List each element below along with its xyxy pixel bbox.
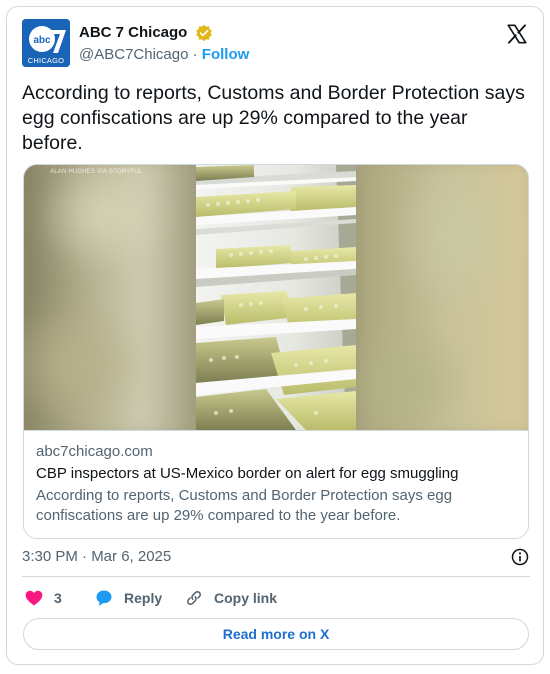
timestamp-row: 3:30 PM · Mar 6, 2025 xyxy=(22,547,530,569)
blurred-background-right xyxy=(354,165,528,430)
link-icon xyxy=(186,590,202,606)
egg-shelves-image xyxy=(196,165,356,430)
tweet-text: According to reports, Customs and Border… xyxy=(22,82,525,154)
store-shelves-illustration xyxy=(196,165,356,430)
author-handle[interactable]: @ABC7Chicago xyxy=(79,46,188,63)
x-logo-icon[interactable] xyxy=(506,23,528,45)
reply-label: Reply xyxy=(124,590,163,606)
avatar-caption: CHICAGO xyxy=(27,56,65,65)
video-thumbnail[interactable]: ALAN HUGHES VIA STORYFUL xyxy=(24,165,528,430)
tweet-timestamp[interactable]: 3:30 PM · Mar 6, 2025 xyxy=(22,548,171,565)
follow-button[interactable]: Follow xyxy=(202,46,250,63)
blurred-background-left xyxy=(24,165,199,430)
info-icon[interactable] xyxy=(510,547,530,567)
link-card-meta: abc7chicago.com CBP inspectors at US-Mex… xyxy=(24,430,528,538)
tweet-embed-card: abc CHICAGO ABC 7 Chicago @ABC7Chicago ·… xyxy=(6,6,544,665)
heart-icon xyxy=(25,590,43,606)
link-preview-card[interactable]: ALAN HUGHES VIA STORYFUL abc7chicago.com… xyxy=(23,164,529,539)
author-name[interactable]: ABC 7 Chicago xyxy=(79,23,187,43)
divider xyxy=(22,576,530,577)
link-domain: abc7chicago.com xyxy=(36,443,153,460)
reply-bubble-icon xyxy=(96,590,112,606)
like-button[interactable]: 3 xyxy=(24,587,62,609)
copy-link-button[interactable]: Copy link xyxy=(184,587,277,609)
handle-separator: · xyxy=(192,46,198,63)
video-watermark: ALAN HUGHES VIA STORYFUL xyxy=(50,169,143,175)
author-block: ABC 7 Chicago @ABC7Chicago · Follow xyxy=(79,23,249,65)
tweet-header: abc CHICAGO ABC 7 Chicago @ABC7Chicago ·… xyxy=(22,19,530,69)
like-count: 3 xyxy=(54,590,62,606)
reply-button[interactable]: Reply xyxy=(94,587,162,609)
copy-link-label: Copy link xyxy=(214,590,278,606)
tweet-actions: 3 Reply Copy link xyxy=(22,587,530,609)
link-title: CBP inspectors at US-Mexico border on al… xyxy=(36,465,459,482)
verified-badge-icon xyxy=(195,24,212,42)
avatar[interactable]: abc CHICAGO xyxy=(22,19,70,67)
svg-text:abc: abc xyxy=(33,35,51,46)
link-description: According to reports, Customs and Border… xyxy=(36,487,453,524)
read-more-button[interactable]: Read more on X xyxy=(23,618,529,650)
